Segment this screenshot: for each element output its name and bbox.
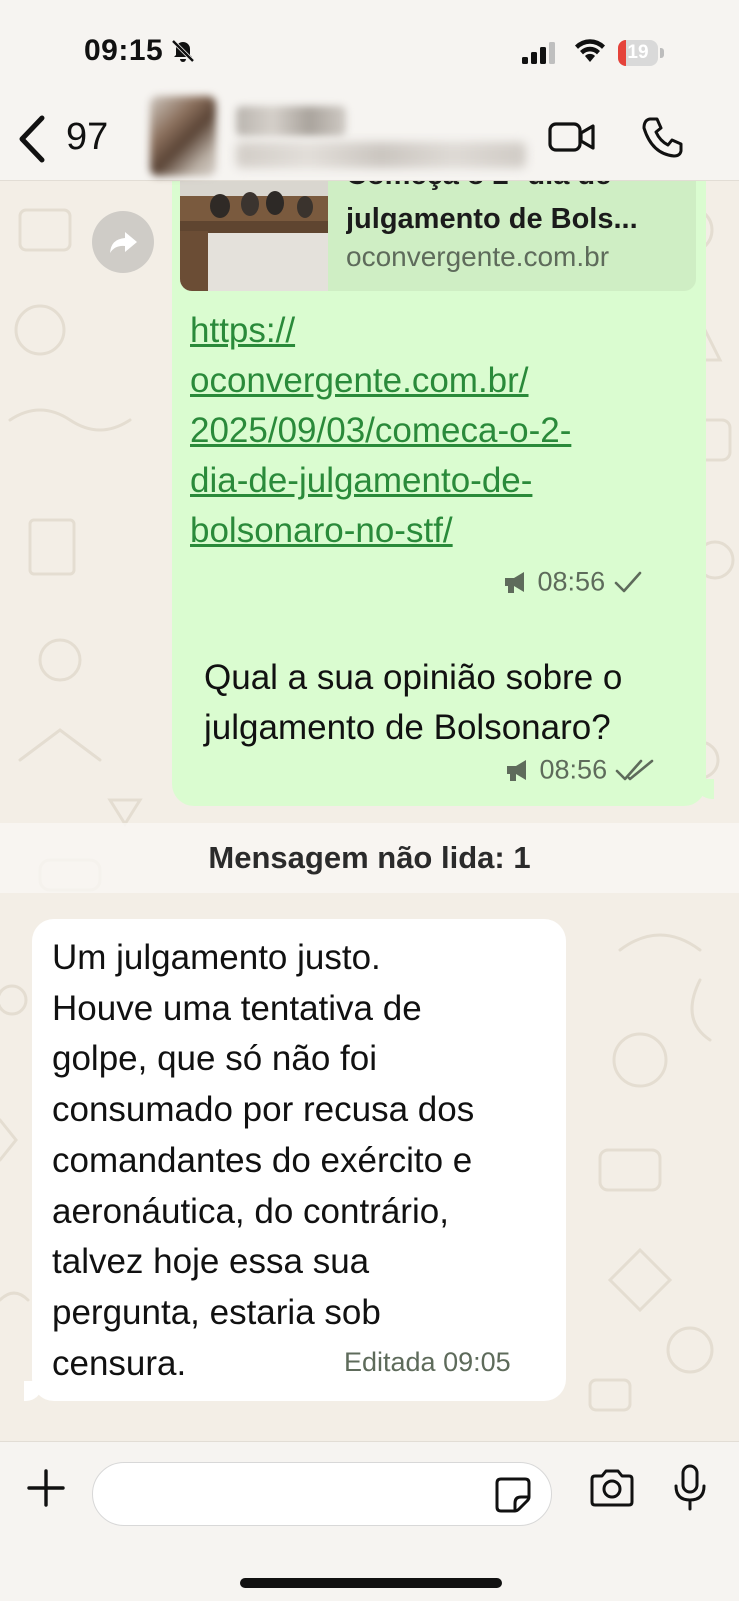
contact-subtitle-redacted[interactable] (236, 142, 526, 168)
chevron-left-icon[interactable] (16, 114, 50, 164)
chat-header: 97 (0, 96, 739, 181)
incoming-reply-message[interactable]: Um julgamento justo. Houve uma tentativa… (24, 919, 566, 1401)
broadcast-megaphone-icon (505, 571, 524, 593)
battery-body: 19 (618, 40, 658, 66)
unread-messages-banner: Mensagem não lida: 1 (0, 823, 739, 893)
edited-time-label: Editada 09:05 (344, 1347, 511, 1377)
back-unread-count[interactable]: 97 (66, 116, 108, 159)
contact-avatar[interactable] (150, 96, 216, 176)
battery-tip (660, 48, 664, 58)
link-line[interactable]: 2025/09/03/comeca-o-2- (190, 406, 690, 456)
message-line: pergunta, estaria sob (52, 1292, 381, 1332)
status-time: 09:15 (84, 34, 164, 67)
battery-icon: 19 (618, 40, 664, 66)
unread-messages-label: Mensagem não lida: 1 (208, 840, 531, 875)
link-line[interactable]: dia-de-julgamento-de- (190, 456, 690, 506)
mute-bell-icon (171, 39, 195, 63)
message-line: Qual a sua opinião sobre o (204, 658, 623, 697)
message-input-container[interactable] (92, 1462, 552, 1526)
link-line[interactable]: https:// (190, 306, 690, 356)
message-line: Um julgamento justo. (52, 938, 381, 977)
forward-arrow-icon (110, 232, 137, 253)
contact-name-redacted[interactable] (236, 106, 346, 136)
message-meta: 08:56 (502, 565, 643, 597)
outgoing-question-message[interactable]: Qual a sua opinião sobre o julgamento de… (184, 639, 714, 799)
link-line[interactable]: oconvergente.com.br/ (190, 356, 690, 406)
message-time: 08:56 (539, 754, 608, 785)
message-meta: 08:56 (504, 753, 655, 785)
message-line: comandantes do exército e (52, 1140, 473, 1180)
cellular-signal-icon (522, 42, 555, 64)
double-check-icon (615, 759, 653, 781)
wifi-icon (575, 39, 605, 62)
plus-icon[interactable] (26, 1468, 66, 1508)
message-line: talvez hoje essa sua (52, 1242, 370, 1282)
broadcast-megaphone-icon (507, 759, 526, 781)
message-composer (0, 1441, 739, 1601)
message-line: aeronáutica, do contrário, (52, 1191, 449, 1231)
message-line: consumado por recusa dos (52, 1090, 475, 1130)
microphone-icon[interactable] (672, 1464, 708, 1512)
video-call-icon[interactable] (548, 118, 596, 156)
status-bar: 09:15 19 (0, 0, 739, 100)
message-input[interactable] (115, 1473, 479, 1515)
forward-button[interactable] (92, 211, 154, 273)
message-time: 08:56 (537, 566, 606, 597)
home-indicator (240, 1578, 502, 1588)
message-line: Houve uma tentativa de (52, 988, 422, 1028)
message-line: julgamento de Bolsonaro? (204, 708, 611, 747)
message-text: Qual a sua opinião sobre o julgamento de… (204, 653, 622, 753)
bubble-tail (24, 1381, 42, 1401)
message-link[interactable]: https:// oconvergente.com.br/ 2025/09/03… (190, 306, 690, 556)
single-check-icon (614, 571, 641, 593)
phone-icon[interactable] (640, 114, 686, 160)
sticker-icon[interactable] (493, 1475, 533, 1515)
battery-percentage: 19 (627, 42, 649, 63)
camera-icon[interactable] (588, 1468, 636, 1508)
preview-title-line: julgamento de Bols... (346, 203, 638, 235)
message-line: golpe, que só não foi (52, 1039, 377, 1079)
link-preview-domain: oconvergente.com.br (346, 241, 610, 272)
chat-area[interactable]: Começa o 2º dia de julgamento de Bols...… (0, 161, 739, 1441)
link-line[interactable]: bolsonaro-no-stf/ (190, 506, 690, 556)
message-text: Um julgamento justo. Houve uma tentativa… (52, 933, 474, 1389)
